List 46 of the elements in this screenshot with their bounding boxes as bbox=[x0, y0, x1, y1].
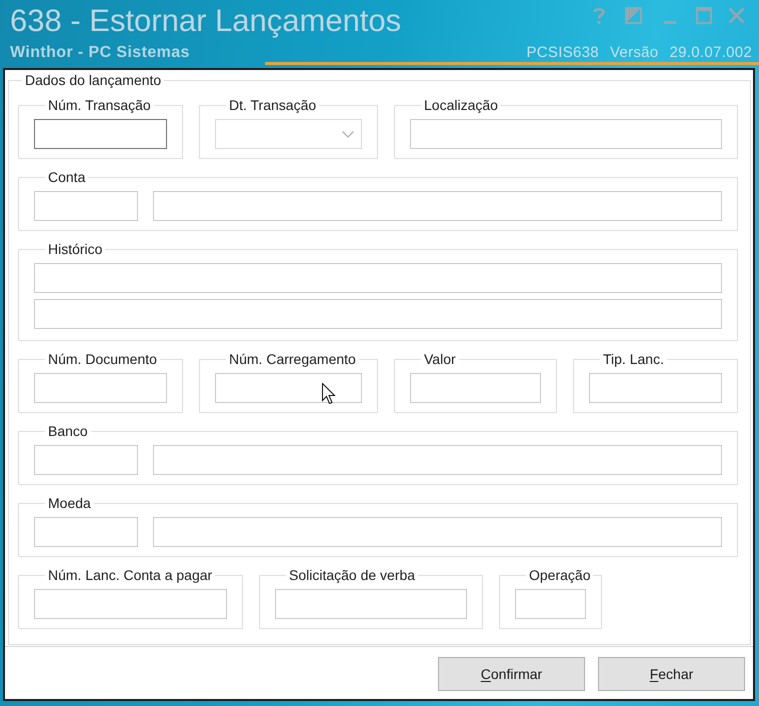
group-label: Núm. Documento bbox=[47, 351, 158, 367]
half-filled-square-icon[interactable] bbox=[625, 7, 642, 24]
chevron-down-icon bbox=[342, 130, 354, 138]
text-field[interactable] bbox=[34, 263, 722, 293]
text-field[interactable] bbox=[153, 191, 722, 221]
group-label: Dt. Transação bbox=[228, 97, 318, 113]
group-label: Operação bbox=[528, 567, 592, 583]
maximize-icon[interactable] bbox=[696, 7, 712, 24]
group-label: Conta bbox=[47, 169, 86, 185]
group-label: Núm. Carregamento bbox=[228, 351, 357, 367]
mouse-pointer-icon bbox=[322, 383, 336, 405]
dropdown-field[interactable] bbox=[215, 119, 362, 149]
group-label: Histórico bbox=[47, 241, 104, 257]
text-field[interactable] bbox=[410, 373, 541, 403]
text-field[interactable] bbox=[215, 373, 362, 403]
text-field[interactable] bbox=[34, 589, 227, 619]
text-field[interactable] bbox=[34, 191, 138, 221]
version-label: Versão bbox=[610, 44, 658, 61]
version-number: 29.0.07.002 bbox=[669, 44, 752, 61]
text-field[interactable] bbox=[34, 517, 138, 547]
group-label: Moeda bbox=[47, 495, 92, 511]
group-label: Tip. Lanc. bbox=[602, 351, 665, 367]
text-field[interactable] bbox=[515, 589, 586, 619]
group-label: Solicitação de verba bbox=[288, 567, 416, 583]
group-label: Valor bbox=[423, 351, 457, 367]
text-field[interactable] bbox=[589, 373, 722, 403]
group-label: Banco bbox=[47, 423, 89, 439]
text-field[interactable] bbox=[410, 119, 722, 149]
group-label: Núm. Transação bbox=[47, 97, 152, 113]
program-code: PCSIS638 bbox=[526, 44, 599, 61]
window-subtitle: Winthor - PC Sistemas bbox=[10, 44, 191, 61]
text-field[interactable] bbox=[34, 445, 138, 475]
close-button[interactable]: Fechar bbox=[598, 657, 745, 691]
group-label: Localização bbox=[423, 97, 499, 113]
confirm-button[interactable]: Confirmar bbox=[438, 657, 585, 691]
text-field[interactable] bbox=[275, 589, 467, 619]
text-field[interactable] bbox=[34, 299, 722, 329]
help-icon[interactable] bbox=[593, 7, 605, 24]
text-field[interactable] bbox=[153, 445, 722, 475]
text-field[interactable] bbox=[153, 517, 722, 547]
window-title: 638 - Estornar Lançamentos bbox=[10, 4, 402, 38]
text-field[interactable] bbox=[34, 119, 167, 149]
close-icon[interactable] bbox=[728, 7, 745, 24]
group-label: Núm. Lanc. Conta a pagar bbox=[47, 567, 214, 583]
text-field[interactable] bbox=[34, 373, 167, 403]
group-label: Dados do lançamento bbox=[24, 72, 162, 88]
